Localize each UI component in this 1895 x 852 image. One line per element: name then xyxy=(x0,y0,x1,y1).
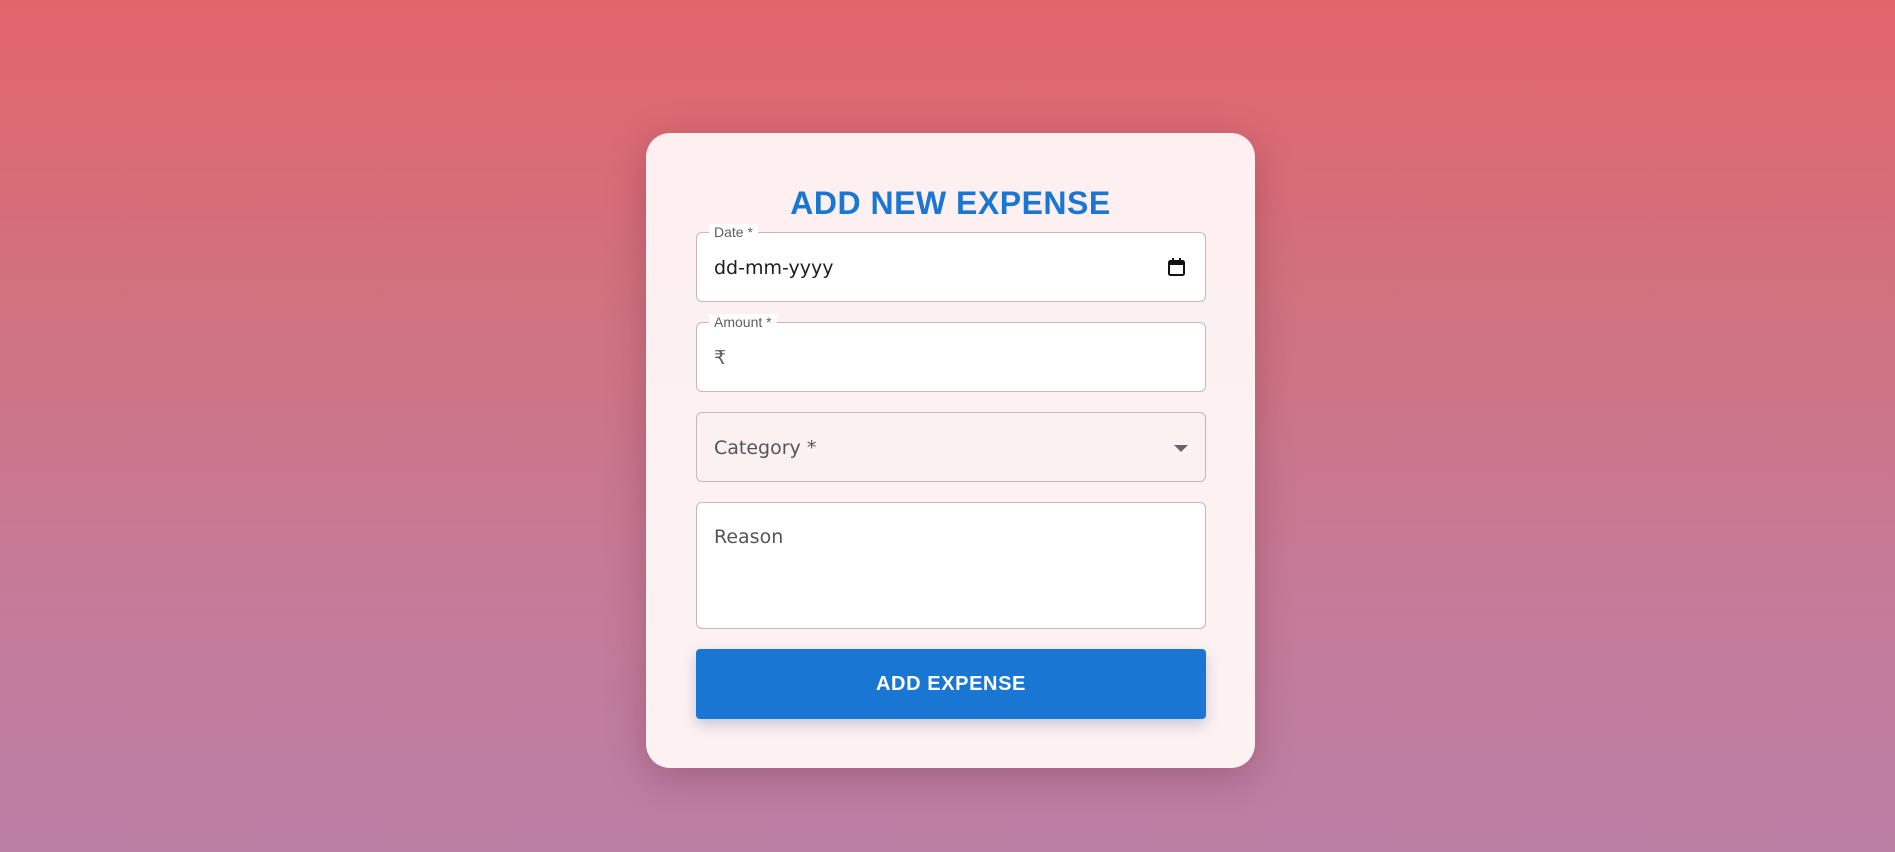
category-placeholder: Category * xyxy=(714,437,817,459)
form-title: ADD NEW EXPENSE xyxy=(790,185,1111,221)
category-select[interactable]: Category * xyxy=(696,412,1206,482)
reason-placeholder: Reason xyxy=(714,526,784,548)
date-field[interactable]: Date * dd-mm-yyyy xyxy=(696,224,1206,302)
expense-form-card: ADD NEW EXPENSE Date * dd-mm-yyyy Amount… xyxy=(646,133,1255,768)
date-input-value[interactable]: dd-mm-yyyy xyxy=(714,256,834,280)
calendar-icon[interactable] xyxy=(1168,258,1185,276)
amount-label: Amount * xyxy=(709,314,777,330)
chevron-down-icon[interactable] xyxy=(1174,445,1188,452)
date-label: Date * xyxy=(709,224,758,240)
rupee-symbol: ₹ xyxy=(714,347,727,369)
amount-field[interactable]: Amount * ₹ xyxy=(696,314,1206,392)
add-expense-button[interactable]: ADD EXPENSE xyxy=(696,649,1206,719)
reason-textarea[interactable]: Reason xyxy=(696,502,1206,629)
